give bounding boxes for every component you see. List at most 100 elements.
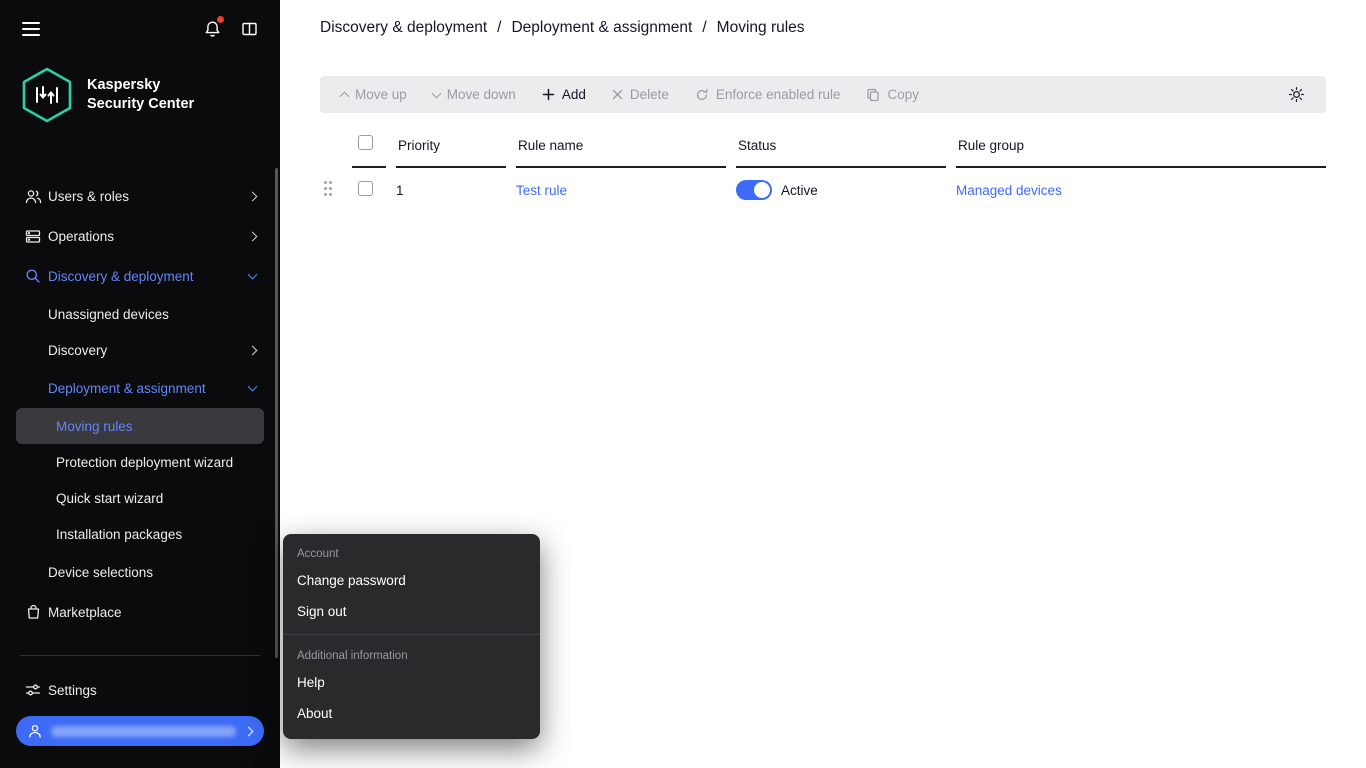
copy-label: Copy bbox=[887, 87, 919, 102]
x-icon bbox=[612, 89, 623, 100]
operations-icon bbox=[24, 229, 42, 244]
sidebar-item-discovery-deployment[interactable]: Discovery & deployment bbox=[0, 256, 280, 296]
add-label: Add bbox=[561, 87, 586, 102]
sidebar-item-protection-deployment-wizard[interactable]: Protection deployment wizard bbox=[16, 444, 264, 480]
sidebar-item-label: Marketplace bbox=[48, 604, 122, 620]
drag-handle[interactable] bbox=[320, 180, 342, 200]
sidebar: Kaspersky Security Center Users & roles bbox=[0, 0, 280, 768]
sidebar-item-deployment-assignment[interactable]: Deployment & assignment bbox=[0, 368, 280, 408]
user-avatar-icon bbox=[28, 724, 42, 738]
sidebar-item-moving-rules[interactable]: Moving rules bbox=[16, 408, 264, 444]
table-settings-button[interactable] bbox=[1275, 76, 1318, 113]
chevron-down-icon bbox=[247, 381, 258, 392]
breadcrumb-item-discovery-deployment[interactable]: Discovery & deployment bbox=[320, 19, 487, 37]
sidebar-item-label: Protection deployment wizard bbox=[56, 454, 234, 470]
sidebar-item-quick-start-wizard[interactable]: Quick start wizard bbox=[16, 480, 264, 516]
delete-button[interactable]: Delete bbox=[599, 76, 682, 113]
sidebar-divider bbox=[20, 655, 260, 656]
sidebar-nav: Users & roles Operations Discovery & dep… bbox=[0, 176, 280, 632]
username-redacted bbox=[51, 725, 236, 737]
row-checkbox[interactable] bbox=[358, 181, 373, 196]
sidebar-scrollbar[interactable] bbox=[275, 168, 278, 658]
select-all-checkbox[interactable] bbox=[358, 135, 373, 150]
menu-section-additional-information: Additional information bbox=[297, 650, 408, 662]
sidebar-item-settings[interactable]: Settings bbox=[0, 670, 280, 710]
brand-name: Kaspersky Security Center bbox=[87, 77, 195, 112]
move-up-label: Move up bbox=[355, 87, 407, 102]
chevron-down-icon bbox=[431, 88, 442, 98]
moving-rules-table: Priority Rule name Status Rule group 1 T… bbox=[320, 135, 1326, 212]
toolbar: Move up Move down Add Delete Enforce ena… bbox=[320, 76, 1326, 113]
brand-logo: Kaspersky Security Center bbox=[20, 66, 280, 124]
sidebar-top-bar bbox=[0, 0, 280, 40]
cell-status: Active bbox=[736, 180, 946, 200]
sidebar-item-marketplace[interactable]: Marketplace bbox=[0, 592, 280, 632]
menu-item-sign-out[interactable]: Sign out bbox=[283, 596, 540, 627]
menu-item-change-password[interactable]: Change password bbox=[283, 565, 540, 596]
account-context-menu: Account Change password Sign out Additio… bbox=[283, 534, 540, 739]
settings-sliders-icon bbox=[24, 683, 42, 697]
menu-item-about[interactable]: About bbox=[283, 698, 540, 729]
toggle-knob bbox=[754, 182, 770, 198]
add-button[interactable]: Add bbox=[529, 76, 599, 113]
sidebar-item-label: Users & roles bbox=[48, 188, 130, 204]
table-header-row: Priority Rule name Status Rule group bbox=[320, 135, 1326, 168]
copy-button[interactable]: Copy bbox=[853, 76, 932, 113]
chevron-down-icon bbox=[247, 269, 258, 280]
move-up-button[interactable]: Move up bbox=[328, 76, 420, 113]
sidebar-item-operations[interactable]: Operations bbox=[0, 216, 280, 256]
side-panel-toggle-button[interactable] bbox=[239, 19, 260, 39]
sidebar-item-installation-packages[interactable]: Installation packages bbox=[16, 516, 264, 552]
table-row: 1 Test rule Active Managed devices bbox=[320, 168, 1326, 212]
enforce-enabled-rule-button[interactable]: Enforce enabled rule bbox=[682, 76, 854, 113]
sidebar-item-label: Discovery bbox=[48, 342, 108, 358]
breadcrumb-separator: / bbox=[702, 19, 707, 36]
breadcrumb-separator: / bbox=[497, 19, 502, 36]
menu-item-help[interactable]: Help bbox=[283, 667, 540, 698]
cell-priority: 1 bbox=[396, 182, 404, 198]
menu-divider bbox=[283, 634, 540, 635]
marketplace-bag-icon bbox=[24, 604, 42, 620]
sidebar-item-discovery[interactable]: Discovery bbox=[0, 332, 280, 368]
sidebar-item-label: Quick start wizard bbox=[56, 490, 164, 506]
chevron-right-icon bbox=[247, 231, 258, 241]
move-down-button[interactable]: Move down bbox=[420, 76, 529, 113]
sidebar-item-label: Moving rules bbox=[56, 418, 133, 434]
sidebar-item-label: Discovery & deployment bbox=[48, 268, 194, 284]
chevron-right-icon bbox=[247, 191, 258, 201]
users-icon bbox=[24, 189, 42, 204]
search-icon bbox=[24, 268, 42, 284]
column-header-priority[interactable]: Priority bbox=[396, 138, 506, 168]
hamburger-icon bbox=[22, 22, 40, 36]
sidebar-item-device-selections[interactable]: Device selections bbox=[0, 552, 280, 592]
breadcrumb: Discovery & deployment / Deployment & as… bbox=[280, 0, 1366, 56]
panel-icon bbox=[241, 21, 258, 37]
notifications-button[interactable] bbox=[202, 16, 224, 40]
chevron-up-icon bbox=[339, 91, 350, 101]
column-header-rule-name[interactable]: Rule name bbox=[516, 138, 726, 168]
chevron-right-icon bbox=[243, 726, 254, 736]
sidebar-item-label: Installation packages bbox=[56, 526, 183, 542]
plus-icon bbox=[542, 88, 555, 101]
rule-group-link[interactable]: Managed devices bbox=[956, 183, 1062, 198]
breadcrumb-item-deployment-assignment[interactable]: Deployment & assignment bbox=[511, 19, 692, 37]
rule-name-link[interactable]: Test rule bbox=[516, 183, 567, 198]
gear-icon bbox=[1288, 86, 1305, 103]
chevron-right-icon bbox=[247, 345, 258, 355]
menu-section-account: Account bbox=[297, 548, 339, 560]
refresh-icon bbox=[695, 88, 709, 102]
sidebar-item-label: Settings bbox=[48, 682, 97, 698]
sidebar-item-label: Unassigned devices bbox=[48, 306, 169, 322]
delete-label: Delete bbox=[629, 87, 669, 102]
notification-dot bbox=[217, 16, 224, 23]
hamburger-menu-button[interactable] bbox=[20, 20, 42, 38]
sidebar-item-users-roles[interactable]: Users & roles bbox=[0, 176, 280, 216]
copy-icon bbox=[866, 88, 880, 102]
status-toggle[interactable] bbox=[736, 180, 772, 200]
column-header-rule-group[interactable]: Rule group bbox=[956, 138, 1326, 168]
sidebar-item-label: Operations bbox=[48, 228, 115, 244]
column-header-status[interactable]: Status bbox=[736, 138, 946, 168]
sidebar-item-unassigned-devices[interactable]: Unassigned devices bbox=[0, 296, 280, 332]
status-label: Active bbox=[781, 182, 818, 198]
user-account-button[interactable] bbox=[16, 716, 264, 746]
